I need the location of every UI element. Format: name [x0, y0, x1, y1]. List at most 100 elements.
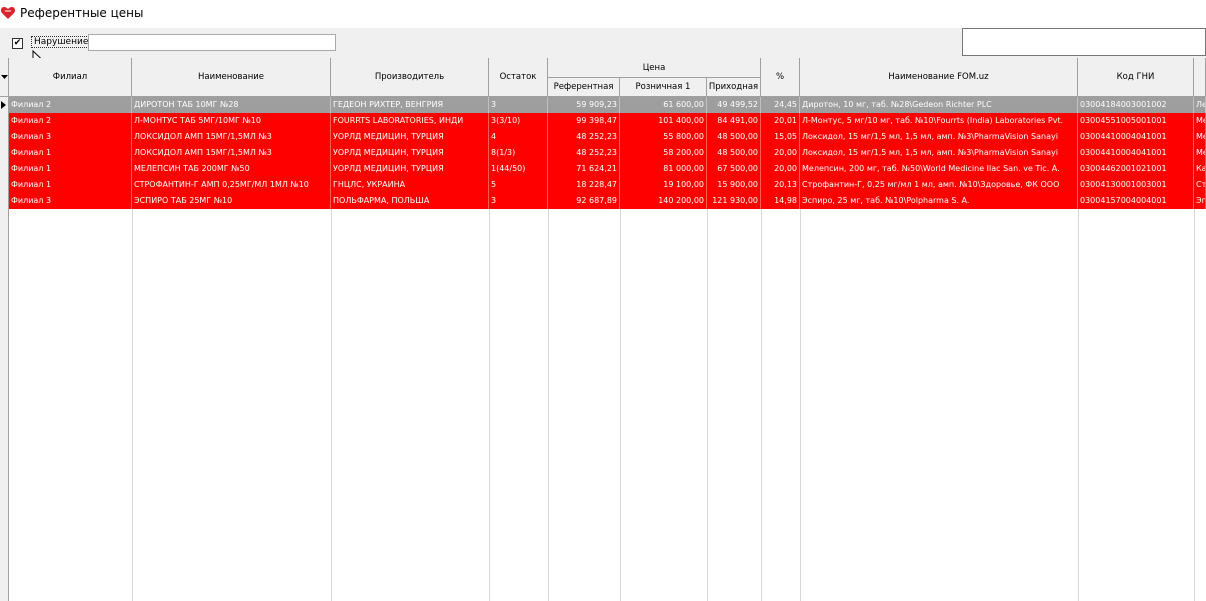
- cell-percent[interactable]: 15,05: [761, 129, 800, 145]
- cell-stock[interactable]: 4: [489, 129, 548, 145]
- cell-purchase[interactable]: 48 500,00: [707, 129, 761, 145]
- cell-fom-name[interactable]: Локсидол, 15 мг/1,5 мл, 1,5 мл, амп. №3\…: [800, 145, 1078, 161]
- cell-percent[interactable]: 14,98: [761, 193, 800, 209]
- cell-fom-name[interactable]: Диротон, 10 мг, таб. №28\Gedeon Richter …: [800, 97, 1078, 113]
- col-header-ref[interactable]: Референтная: [548, 78, 620, 97]
- cell-manufacturer[interactable]: ГНЦЛС, УКРАИНА: [331, 177, 489, 193]
- cell-name[interactable]: ЭСПИРО ТАБ 25МГ №10: [132, 193, 331, 209]
- row-indicator[interactable]: [0, 177, 9, 193]
- cell-extra[interactable]: Ме: [1194, 145, 1206, 161]
- filter-input[interactable]: [88, 34, 336, 51]
- cell-extra[interactable]: Ка: [1194, 161, 1206, 177]
- col-header-gni-code[interactable]: Код ГНИ: [1078, 58, 1194, 97]
- row-indicator[interactable]: [0, 113, 9, 129]
- cell-manufacturer[interactable]: УОРЛД МЕДИЦИН, ТУРЦИЯ: [331, 129, 489, 145]
- violation-label[interactable]: Нарушение: [31, 36, 92, 48]
- cell-filial[interactable]: Филиал 1: [9, 177, 132, 193]
- col-header-retail[interactable]: Розничная 1: [620, 78, 707, 97]
- cell-retail[interactable]: 19 100,00: [620, 177, 707, 193]
- cell-retail[interactable]: 140 200,00: [620, 193, 707, 209]
- cell-purchase[interactable]: 15 900,00: [707, 177, 761, 193]
- cell-ref[interactable]: 18 228,47: [548, 177, 620, 193]
- cell-purchase[interactable]: 67 500,00: [707, 161, 761, 177]
- cell-ref[interactable]: 99 398,47: [548, 113, 620, 129]
- table-row[interactable]: Филиал 1 ЛОКСИДОЛ АМП 15МГ/1,5МЛ №3 УОРЛД …: [9, 145, 1206, 161]
- cell-extra[interactable]: Ле: [1194, 97, 1206, 113]
- cell-filial[interactable]: Филиал 1: [9, 145, 132, 161]
- cell-stock[interactable]: 3: [489, 193, 548, 209]
- cell-retail[interactable]: 81 000,00: [620, 161, 707, 177]
- cell-purchase[interactable]: 48 500,00: [707, 145, 761, 161]
- cell-ref[interactable]: 71 624,21: [548, 161, 620, 177]
- row-indicator[interactable]: [0, 145, 9, 161]
- cell-extra[interactable]: Ст: [1194, 177, 1206, 193]
- col-header-stock[interactable]: Остаток: [489, 58, 548, 97]
- cell-extra[interactable]: Ме: [1194, 113, 1206, 129]
- cell-retail[interactable]: 101 400,00: [620, 113, 707, 129]
- cell-gni-code[interactable]: 03004157004004001: [1078, 193, 1194, 209]
- cell-percent[interactable]: 20,01: [761, 113, 800, 129]
- table-row[interactable]: Филиал 1 МЕЛЕПСИН ТАБ 200МГ №50 УОРЛД МЕДИ…: [9, 161, 1206, 177]
- cell-percent[interactable]: 20,00: [761, 161, 800, 177]
- cell-purchase[interactable]: 84 491,00: [707, 113, 761, 129]
- cell-name[interactable]: Л-МОНТУС ТАБ 5МГ/10МГ №10: [132, 113, 331, 129]
- cell-purchase[interactable]: 49 499,52: [707, 97, 761, 113]
- cell-stock[interactable]: 1(44/50): [489, 161, 548, 177]
- cell-stock[interactable]: 3: [489, 97, 548, 113]
- cell-name[interactable]: ЛОКСИДОЛ АМП 15МГ/1,5МЛ №3: [132, 129, 331, 145]
- row-indicator[interactable]: [0, 97, 9, 113]
- cell-purchase[interactable]: 121 930,00: [707, 193, 761, 209]
- cell-ref[interactable]: 48 252,23: [548, 129, 620, 145]
- violation-checkbox[interactable]: ✔: [12, 38, 23, 49]
- cell-filial[interactable]: Филиал 2: [9, 97, 132, 113]
- cell-filial[interactable]: Филиал 2: [9, 113, 132, 129]
- cell-manufacturer[interactable]: УОРЛД МЕДИЦИН, ТУРЦИЯ: [331, 161, 489, 177]
- cell-percent[interactable]: 20,00: [761, 145, 800, 161]
- cell-filial[interactable]: Филиал 3: [9, 193, 132, 209]
- cell-gni-code[interactable]: 03004184003001002: [1078, 97, 1194, 113]
- cell-retail[interactable]: 55 800,00: [620, 129, 707, 145]
- cell-fom-name[interactable]: Мелепсин, 200 мг, таб. №50\World Medicin…: [800, 161, 1078, 177]
- search-input[interactable]: [962, 28, 1206, 56]
- col-header-name[interactable]: Наименование: [132, 58, 331, 97]
- cell-stock[interactable]: 5: [489, 177, 548, 193]
- cell-fom-name[interactable]: Локсидол, 15 мг/1,5 мл, 1,5 мл, амп. №3\…: [800, 129, 1078, 145]
- cell-filial[interactable]: Филиал 3: [9, 129, 132, 145]
- cell-manufacturer[interactable]: FOURRTS LABORATORIES, ИНДИ: [331, 113, 489, 129]
- cell-manufacturer[interactable]: ПОЛЬФАРМА, ПОЛЬША: [331, 193, 489, 209]
- row-indicator[interactable]: [0, 193, 9, 209]
- cell-name[interactable]: ЛОКСИДОЛ АМП 15МГ/1,5МЛ №3: [132, 145, 331, 161]
- cell-gni-code[interactable]: 03004462001021001: [1078, 161, 1194, 177]
- cell-stock[interactable]: 8(1/3): [489, 145, 548, 161]
- cell-ref[interactable]: 92 687,89: [548, 193, 620, 209]
- cell-name[interactable]: СТРОФАНТИН-Г АМП 0,25МГ/МЛ 1МЛ №10: [132, 177, 331, 193]
- cell-gni-code[interactable]: 03004410004041001: [1078, 145, 1194, 161]
- col-header-percent[interactable]: %: [761, 58, 800, 97]
- cell-gni-code[interactable]: 03004410004041001: [1078, 129, 1194, 145]
- table-row[interactable]: Филиал 3 ЭСПИРО ТАБ 25МГ №10 ПОЛЬФАРМА, ПО…: [9, 193, 1206, 209]
- cell-manufacturer[interactable]: ГЕДЕОН РИХТЕР, ВЕНГРИЯ: [331, 97, 489, 113]
- reference-prices-grid[interactable]: Филиал Наименование Производитель Остато…: [0, 58, 1206, 601]
- cell-name[interactable]: МЕЛЕПСИН ТАБ 200МГ №50: [132, 161, 331, 177]
- cell-gni-code[interactable]: 03004130001003001: [1078, 177, 1194, 193]
- table-row[interactable]: Филиал 2 Л-МОНТУС ТАБ 5МГ/10МГ №10 FOURRTS…: [9, 113, 1206, 129]
- table-row[interactable]: Филиал 3 ЛОКСИДОЛ АМП 15МГ/1,5МЛ №3 УОРЛД …: [9, 129, 1206, 145]
- cell-name[interactable]: ДИРОТОН ТАБ 10МГ №28: [132, 97, 331, 113]
- cell-fom-name[interactable]: Л-Монтус, 5 мг/10 мг, таб. №10\Fourrts (…: [800, 113, 1078, 129]
- row-indicator[interactable]: [0, 129, 9, 145]
- cell-gni-code[interactable]: 03004551005001001: [1078, 113, 1194, 129]
- cell-ref[interactable]: 48 252,23: [548, 145, 620, 161]
- cell-filial[interactable]: Филиал 1: [9, 161, 132, 177]
- cell-stock[interactable]: 3(3/10): [489, 113, 548, 129]
- table-row[interactable]: Филиал 2 ДИРОТОН ТАБ 10МГ №28 ГЕДЕОН РИХТЕ…: [9, 97, 1206, 113]
- cell-percent[interactable]: 24,45: [761, 97, 800, 113]
- cell-retail[interactable]: 58 200,00: [620, 145, 707, 161]
- cell-fom-name[interactable]: Строфантин-Г, 0,25 мг/мл 1 мл, амп. №10\…: [800, 177, 1078, 193]
- col-header-fom-name[interactable]: Наименование FOM.uz: [800, 58, 1078, 97]
- cell-percent[interactable]: 20,13: [761, 177, 800, 193]
- cell-extra[interactable]: Ме: [1194, 129, 1206, 145]
- col-header-purchase[interactable]: Приходная: [707, 78, 761, 97]
- cell-manufacturer[interactable]: УОРЛД МЕДИЦИН, ТУРЦИЯ: [331, 145, 489, 161]
- cell-retail[interactable]: 61 600,00: [620, 97, 707, 113]
- row-indicator[interactable]: [0, 161, 9, 177]
